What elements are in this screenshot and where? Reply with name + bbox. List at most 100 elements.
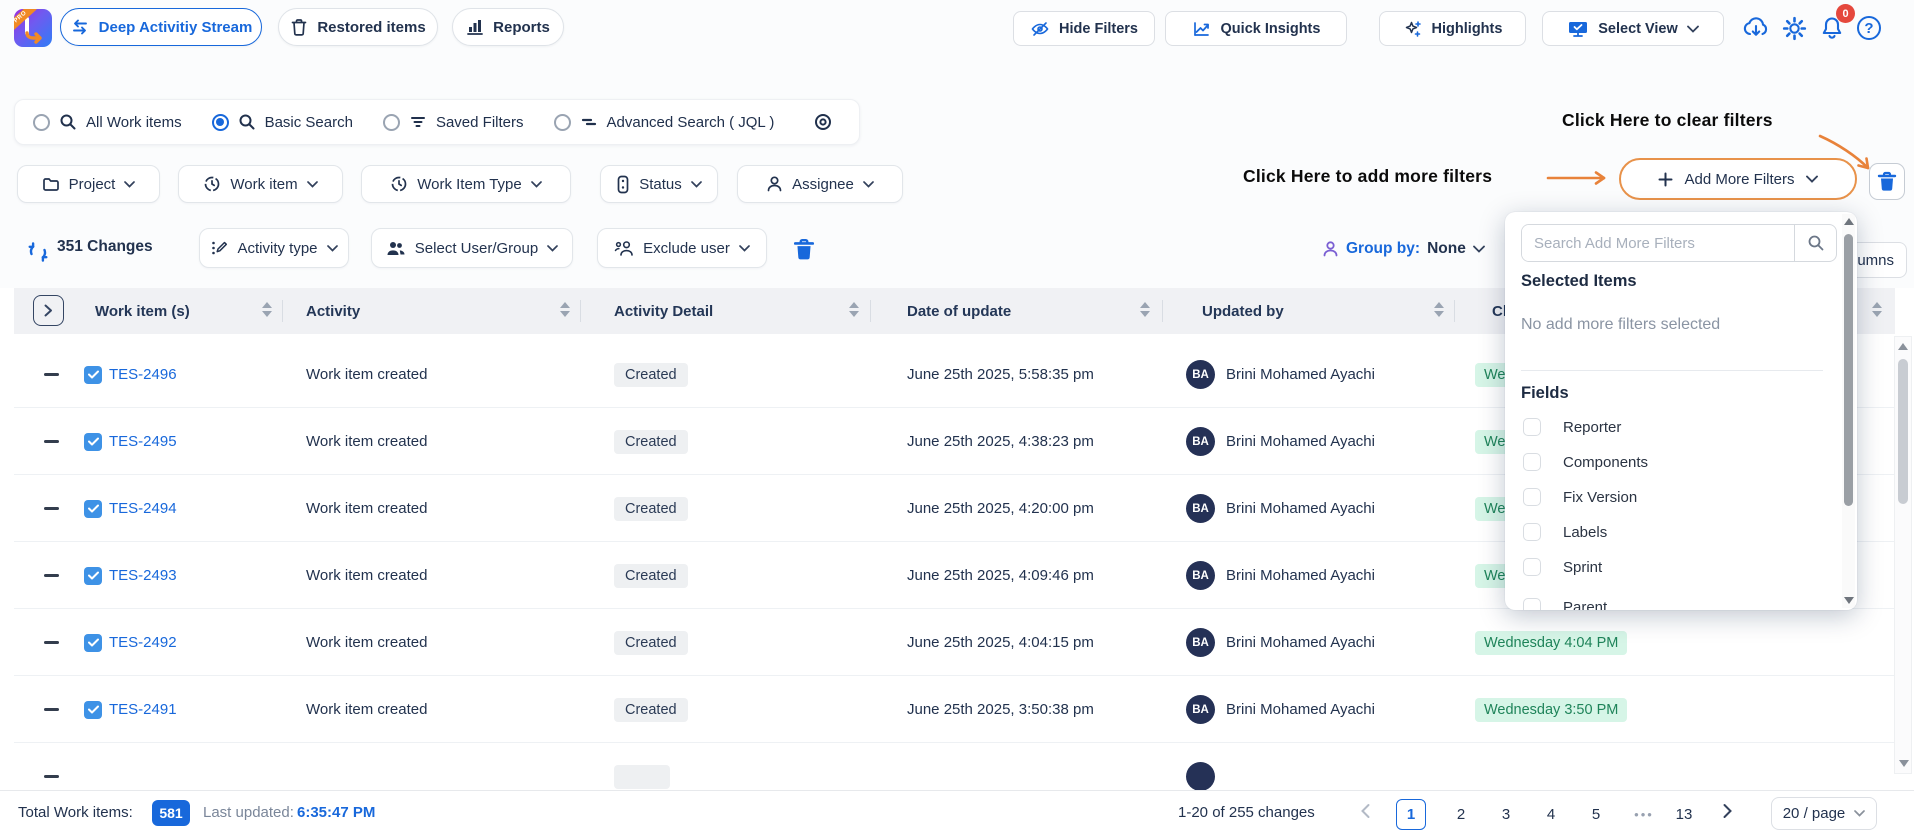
work-item-key-link[interactable]: TES-2491 [109, 676, 177, 743]
checkbox-unchecked[interactable] [1523, 558, 1541, 576]
page-ellipsis[interactable]: ••• [1624, 799, 1664, 830]
assignee-filter[interactable]: Assignee [737, 165, 903, 203]
checkbox-unchecked[interactable] [1523, 523, 1541, 541]
page-button-1[interactable]: 1 [1396, 799, 1426, 830]
deep-activity-stream-tab[interactable]: Deep Activitiy Stream [60, 8, 262, 46]
activity-detail-badge: Created [614, 430, 688, 454]
checkbox-unchecked[interactable] [1523, 488, 1541, 506]
page-button-2[interactable]: 2 [1446, 799, 1476, 830]
checkbox-unchecked[interactable] [1523, 598, 1541, 610]
field-option-sprint[interactable]: Sprint [1523, 558, 1602, 576]
table-vertical-scrollbar[interactable] [1894, 336, 1912, 774]
add-more-filters-button[interactable]: Add More Filters [1619, 158, 1857, 200]
clear-toolbar-trash-icon[interactable] [793, 238, 815, 262]
work-item-key-link[interactable]: TES-2492 [109, 609, 177, 676]
panel-search-input[interactable] [1522, 225, 1794, 261]
radio-unselected[interactable] [554, 114, 571, 131]
panel-scrollbar[interactable] [1842, 214, 1855, 608]
sort-date[interactable] [1140, 302, 1150, 320]
search-mode-advanced-search-jql[interactable]: Advanced Search ( JQL ) [554, 113, 775, 131]
scroll-up-arrow[interactable] [1898, 343, 1908, 350]
project-filter[interactable]: Project [17, 165, 160, 203]
work-item-type-filter[interactable]: Work Item Type [361, 165, 571, 203]
table-row-partial[interactable] [14, 743, 1895, 790]
scroll-down-arrow[interactable] [1844, 597, 1854, 604]
refresh-icon[interactable] [26, 240, 50, 264]
row-checkbox-checked[interactable] [84, 701, 102, 719]
scroll-up-arrow[interactable] [1844, 218, 1854, 225]
search-mode-all-work-items[interactable]: All Work items [33, 113, 182, 131]
panel-search-box[interactable] [1521, 224, 1837, 262]
work-item-key-link[interactable]: TES-2495 [109, 408, 177, 475]
row-checkbox-checked[interactable] [84, 567, 102, 585]
radio-unselected[interactable] [33, 114, 50, 131]
columns-button-partial[interactable]: umns [1851, 242, 1907, 278]
radio-unselected[interactable] [383, 114, 400, 131]
cloud-download-icon[interactable] [1742, 14, 1770, 42]
visibility-eye-icon[interactable] [812, 112, 834, 132]
sort-work-item[interactable] [262, 302, 272, 320]
table-row[interactable]: TES-2492 Work item created Created June … [14, 609, 1895, 676]
previous-page-arrow[interactable] [1360, 803, 1371, 819]
field-option-labels[interactable]: Labels [1523, 523, 1607, 541]
sort-changed[interactable] [1872, 302, 1882, 320]
checkbox-unchecked[interactable] [1523, 418, 1541, 436]
gear-icon[interactable] [1780, 14, 1808, 42]
field-option-components[interactable]: Components [1523, 453, 1648, 471]
scrollbar-thumb[interactable] [1844, 234, 1853, 506]
radio-selected[interactable] [212, 114, 229, 131]
activity-type-filter[interactable]: Activity type [199, 228, 349, 268]
row-checkbox-checked[interactable] [84, 366, 102, 384]
page-size-value: 20 / page [1783, 805, 1846, 822]
collapse-row-icon[interactable] [44, 507, 59, 510]
work-item-filter[interactable]: Work item [178, 165, 343, 203]
search-icon[interactable] [1794, 225, 1836, 261]
search-mode-saved-filters[interactable]: Saved Filters [383, 113, 524, 131]
scroll-down-arrow[interactable] [1899, 760, 1909, 767]
collapse-row-icon[interactable] [44, 641, 59, 644]
page-button-3[interactable]: 3 [1491, 799, 1521, 830]
search-mode-basic-search[interactable]: Basic Search [212, 113, 353, 131]
field-option-parent-partial[interactable]: Parent [1523, 598, 1607, 610]
page-size-select[interactable]: 20 / page [1771, 797, 1877, 830]
group-by-control[interactable]: Group by: None [1322, 240, 1485, 258]
row-checkbox-checked[interactable] [84, 634, 102, 652]
page-button-5[interactable]: 5 [1581, 799, 1611, 830]
row-checkbox-checked[interactable] [84, 433, 102, 451]
chevron-down-icon [1687, 25, 1699, 33]
work-item-key-link[interactable]: TES-2493 [109, 542, 177, 609]
collapse-row-icon[interactable] [44, 775, 59, 778]
collapse-row-icon[interactable] [44, 574, 59, 577]
sort-activity-detail[interactable] [849, 302, 859, 320]
help-icon[interactable]: ? [1855, 14, 1883, 42]
collapse-row-icon[interactable] [44, 708, 59, 711]
collapse-row-icon[interactable] [44, 373, 59, 376]
collapse-row-icon[interactable] [44, 440, 59, 443]
field-option-fix-version[interactable]: Fix Version [1523, 488, 1637, 506]
work-item-key-link[interactable]: TES-2496 [109, 341, 177, 408]
quick-insights-button[interactable]: Quick Insights [1165, 11, 1347, 46]
sort-activity[interactable] [560, 302, 570, 320]
checkbox-unchecked[interactable] [1523, 453, 1541, 471]
restored-items-button[interactable]: Restored items [278, 8, 438, 46]
select-view-button[interactable]: Select View [1542, 11, 1724, 46]
expand-all-button[interactable] [33, 295, 64, 326]
table-row[interactable]: TES-2491 Work item created Created June … [14, 676, 1895, 743]
select-user-group-filter[interactable]: Select User/Group [371, 228, 573, 268]
scrollbar-thumb[interactable] [1898, 359, 1908, 504]
page-button-13[interactable]: 13 [1666, 799, 1702, 830]
field-option-reporter[interactable]: Reporter [1523, 418, 1621, 436]
work-item-key-link[interactable]: TES-2494 [109, 475, 177, 542]
sort-updated-by[interactable] [1434, 302, 1444, 320]
highlights-button[interactable]: Highlights [1379, 11, 1526, 46]
reports-button[interactable]: Reports [452, 8, 564, 46]
next-page-arrow[interactable] [1722, 803, 1733, 819]
exclude-user-filter[interactable]: Exclude user [597, 228, 767, 268]
page-button-4[interactable]: 4 [1536, 799, 1566, 830]
panel-empty-message: No add more filters selected [1521, 316, 1720, 334]
trash-icon [290, 18, 308, 37]
clear-filters-trash-button[interactable] [1869, 163, 1905, 200]
row-checkbox-checked[interactable] [84, 500, 102, 518]
hide-filters-button[interactable]: Hide Filters [1013, 11, 1155, 46]
status-filter[interactable]: Status [600, 165, 718, 203]
